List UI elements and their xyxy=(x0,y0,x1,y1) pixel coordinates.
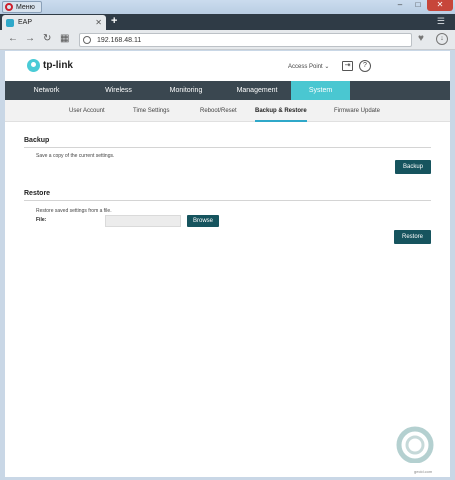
file-label: File: xyxy=(36,217,47,223)
tab-bar: EAP ✕ + ☰ xyxy=(0,14,455,30)
subnav-user-account[interactable]: User Account xyxy=(69,100,105,122)
mode-label: Access Point xyxy=(288,64,323,70)
new-tab-icon[interactable]: + xyxy=(111,15,117,27)
sub-nav: User Account Time Settings Reboot/Reset … xyxy=(5,100,450,122)
window-titlebar: Меню – □ ✕ xyxy=(0,0,455,14)
backup-description: Save a copy of the current settings. xyxy=(36,153,115,159)
url-text: 192.168.48.11 xyxy=(97,36,142,44)
backup-button[interactable]: Backup xyxy=(395,160,431,174)
browser-tab[interactable]: EAP ✕ xyxy=(2,15,106,30)
help-icon[interactable]: ? xyxy=(359,60,371,72)
subnav-reboot-reset[interactable]: Reboot/Reset xyxy=(200,100,237,122)
bookmark-heart-icon[interactable]: ♥ xyxy=(418,33,424,44)
subnav-time-settings[interactable]: Time Settings xyxy=(133,100,169,122)
logout-icon[interactable]: ⇥ xyxy=(342,61,353,71)
file-path-input[interactable] xyxy=(105,215,181,227)
maximize-icon[interactable]: □ xyxy=(409,0,427,11)
download-icon[interactable]: ↓ xyxy=(436,33,448,45)
menu-label: Меню xyxy=(16,3,35,11)
page-header: tp-link Access Point ⌄ ⇥ ? xyxy=(5,51,450,81)
nav-management[interactable]: Management xyxy=(223,81,291,100)
address-bar: ← → ↻ ▦ 192.168.48.11 ♥ ↓ xyxy=(0,30,455,50)
opera-menu-button[interactable]: Меню xyxy=(2,1,42,13)
mode-selector[interactable]: Access Point ⌄ xyxy=(288,63,329,70)
chevron-down-icon: ⌄ xyxy=(324,64,330,70)
nav-system[interactable]: System xyxy=(291,81,350,100)
restore-description: Restore saved settings from a file. xyxy=(36,208,112,214)
back-icon[interactable]: ← xyxy=(8,33,18,44)
opera-logo-icon xyxy=(5,3,13,11)
tab-close-icon[interactable]: ✕ xyxy=(95,18,102,27)
tab-title: EAP xyxy=(18,19,33,26)
tplink-logo-icon xyxy=(27,59,40,72)
reload-icon[interactable]: ↻ xyxy=(43,33,51,44)
nav-wireless[interactable]: Wireless xyxy=(88,81,149,100)
url-field[interactable]: 192.168.48.11 xyxy=(79,33,412,47)
close-icon[interactable]: ✕ xyxy=(427,0,453,11)
tab-favicon-icon xyxy=(6,18,14,27)
backup-title: Backup xyxy=(24,137,50,144)
tab-menu-icon[interactable]: ☰ xyxy=(437,16,445,27)
forward-icon[interactable]: → xyxy=(25,33,35,44)
globe-icon xyxy=(83,36,91,44)
subnav-backup-restore[interactable]: Backup & Restore xyxy=(255,100,307,122)
restore-title: Restore xyxy=(24,190,51,197)
nav-network[interactable]: Network xyxy=(5,81,88,100)
main-nav: Network Wireless Monitoring Management S… xyxy=(5,81,450,100)
restore-button[interactable]: Restore xyxy=(394,230,431,244)
window-controls: – □ ✕ xyxy=(391,0,453,11)
brand-name: tp-link xyxy=(43,60,73,71)
gecid-watermark-logo xyxy=(396,426,434,463)
watermark-text: gecid.com xyxy=(414,469,433,474)
restore-divider xyxy=(24,200,431,201)
nav-monitoring[interactable]: Monitoring xyxy=(149,81,223,100)
subnav-firmware-update[interactable]: Firmware Update xyxy=(334,100,380,122)
browse-button[interactable]: Browse xyxy=(187,215,219,227)
page-content: tp-link Access Point ⌄ ⇥ ? Network Wirel… xyxy=(5,51,450,477)
backup-divider xyxy=(24,147,431,148)
tplink-logo: tp-link xyxy=(27,59,73,72)
speed-dial-icon[interactable]: ▦ xyxy=(60,33,69,44)
minimize-icon[interactable]: – xyxy=(391,0,409,11)
